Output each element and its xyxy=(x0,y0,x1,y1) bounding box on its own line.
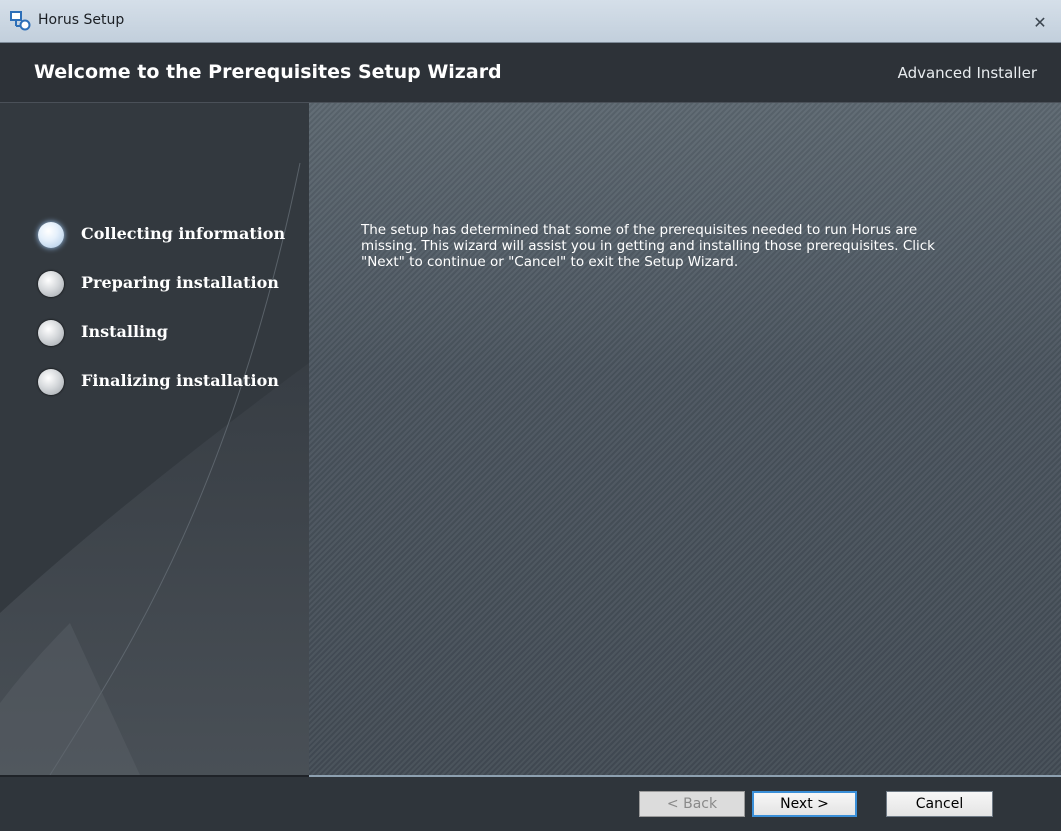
step-current-indicator-icon xyxy=(38,222,64,248)
title-bar[interactable]: Horus Setup ✕ xyxy=(0,0,1061,43)
app-icon xyxy=(10,11,32,31)
steps-sidebar: Collecting information Preparing install… xyxy=(0,103,309,775)
close-icon[interactable]: ✕ xyxy=(1031,14,1049,32)
step-pending-indicator-icon xyxy=(38,271,64,297)
page-title: Welcome to the Prerequisites Setup Wizar… xyxy=(34,61,502,83)
brand-label: Advanced Installer xyxy=(897,64,1037,82)
wizard-header: Welcome to the Prerequisites Setup Wizar… xyxy=(0,43,1061,103)
step-label: Installing xyxy=(81,322,168,341)
main-content: The setup has determined that some of th… xyxy=(309,103,1061,775)
step-pending-indicator-icon xyxy=(38,369,64,395)
setup-window: Horus Setup ✕ Welcome to the Prerequisit… xyxy=(0,0,1061,831)
sidebar-decoration xyxy=(0,103,309,775)
step-label: Finalizing installation xyxy=(81,371,279,390)
step-pending-indicator-icon xyxy=(38,320,64,346)
back-button[interactable]: < Back xyxy=(639,791,745,817)
cancel-button[interactable]: Cancel xyxy=(886,791,993,817)
button-bar: < Back Next > Cancel xyxy=(0,777,1061,831)
welcome-message: The setup has determined that some of th… xyxy=(361,222,935,270)
next-button[interactable]: Next > xyxy=(752,791,857,817)
window-title: Horus Setup xyxy=(38,12,125,28)
step-label: Preparing installation xyxy=(81,273,279,292)
step-label: Collecting information xyxy=(81,224,286,243)
